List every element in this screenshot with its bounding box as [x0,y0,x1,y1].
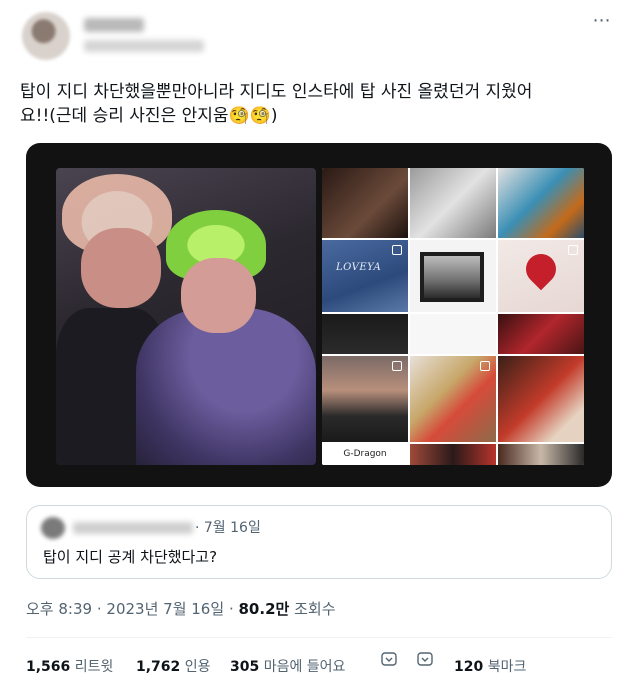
views-label: 조회수 [294,600,336,618]
retweets-label: 리트윗 [74,659,114,675]
more-options-button[interactable]: ⋯ [588,9,616,31]
likes-count: 305 [230,659,260,675]
retweets-stat[interactable]: 1,566 리트윗 [26,656,113,676]
views-count: 80.2만 [238,600,290,618]
meta-separator: · [96,600,102,618]
multi-photo-icon [480,361,490,371]
quotes-label: 인용 [184,659,211,675]
grid-photo [322,314,408,354]
username-redacted[interactable] [84,40,204,52]
likes-stat[interactable]: 305 마음에 들어요 [230,656,345,676]
grid-photo-heart [498,240,584,312]
grid-photo-sea [322,356,408,442]
bookmarks-label: 북마크 [487,659,527,675]
quoted-tweet[interactable]: · 7월 16일 탑이 지디 공계 차단했다고? [26,505,612,579]
tweet-time[interactable]: 오후 8:39 [26,600,92,618]
bookmarks-stat[interactable]: 120 북마크 [454,656,526,676]
grid-photo [410,314,496,354]
chevron-down-icon [417,652,433,666]
engagement-stats: 1,566 리트윗 1,762 인용 305 마음에 들어요 120 북마크 [26,652,612,678]
display-name-redacted[interactable] [84,18,144,32]
grid-photo [498,168,584,238]
quoted-tweet-text: 탑이 지디 공계 차단했다고? [43,548,218,566]
tweet-text-line-1: 탑이 지디 차단했을뿐만아니라 지디도 인스타에 탑 사진 올렸던거 지웠어 [20,82,533,102]
quoted-tweet-date: · 7월 16일 [195,520,261,536]
grid-photo [410,168,496,238]
grid-photo [322,168,408,238]
grid-love-text: LOVEYA [336,262,382,273]
grid-photo-love: LOVEYA [322,240,408,312]
grid-photo-outfit [410,356,496,442]
multi-photo-icon [568,245,578,255]
bookmarks-count: 120 [454,659,484,675]
grid-photo [498,314,584,354]
retweets-count: 1,566 [26,659,71,675]
quoted-avatar [41,517,65,539]
chevron-down-icon [381,652,397,666]
expand-button[interactable] [414,648,436,670]
tweet-date[interactable]: 2023년 7월 16일 [106,600,224,618]
grid-gdragon-label: G-Dragon [322,444,408,465]
expand-button[interactable] [378,648,400,670]
monocle-face-emoji: 🧐🧐 [228,106,271,126]
avatar[interactable] [22,12,70,60]
tweet-media[interactable]: LOVEYA G-Dragon [26,143,612,487]
tweet-text-line-2: 요!!(근데 승리 사진은 안지움🧐🧐) [20,104,610,128]
photo-shape-face-right [181,258,256,333]
divider [26,637,612,638]
multi-photo-icon [392,361,402,371]
grid-photo [410,444,496,465]
photo-two-people [56,168,316,465]
more-horizontal-icon: ⋯ [592,9,612,31]
meta-separator: · [228,600,234,618]
tweet: ⋯ 탑이 지디 차단했을뿐만아니라 지디도 인스타에 탑 사진 올렸던거 지웠어… [0,0,632,688]
likes-label: 마음에 들어요 [263,659,346,675]
instagram-grid-screenshot: LOVEYA G-Dragon [322,168,584,465]
heart-shape [519,247,563,291]
grid-photo-red [498,356,584,442]
tweet-text-line-2-body: 요!!(근데 승리 사진은 안지움 [20,106,229,126]
quoted-username-redacted [73,522,193,534]
tweet-meta: 오후 8:39 · 2023년 7월 16일 · 80.2만 조회수 [26,598,336,619]
tweet-text-line-2-end: ) [270,106,278,126]
quotes-stat[interactable]: 1,762 인용 [136,656,211,676]
picture-frame [420,252,484,302]
grid-photo [498,444,584,465]
photo-shape-face-left [81,228,161,308]
tweet-text: 탑이 지디 차단했을뿐만아니라 지디도 인스타에 탑 사진 올렸던거 지웠어 요… [20,80,610,128]
grid-photo-framed [410,240,496,312]
quotes-count: 1,762 [136,659,181,675]
multi-photo-icon [392,245,402,255]
